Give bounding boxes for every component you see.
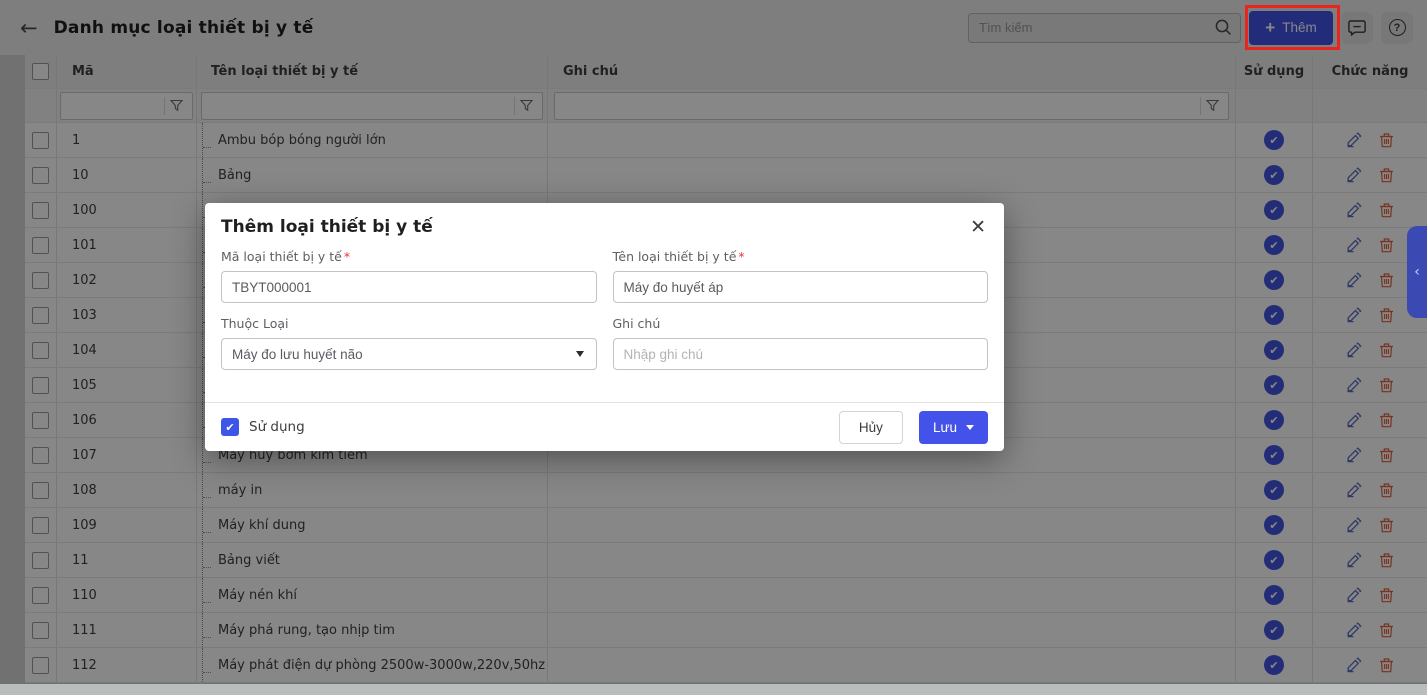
side-panel-toggle[interactable]: ‹ [1407,226,1427,318]
field-name: Tên loại thiết bị y tế* [613,249,989,303]
field-note-label: Ghi chú [613,316,989,331]
close-icon[interactable]: ✕ [970,218,986,237]
cancel-button[interactable]: Hủy [839,411,903,444]
field-name-label: Tên loại thiết bị y tế* [613,249,989,264]
name-input[interactable] [613,271,989,303]
field-note: Ghi chú [613,316,989,370]
field-code-label: Mã loại thiết bị y tế* [221,249,597,264]
field-category-label: Thuộc Loại [221,316,597,331]
save-button[interactable]: Lưu [919,411,988,444]
field-code: Mã loại thiết bị y tế* [221,249,597,303]
note-input[interactable] [613,338,989,370]
add-equipment-modal: Thêm loại thiết bị y tế ✕ Mã loại thiết … [205,203,1004,451]
modal-footer: ✔ Sử dụng Hủy Lưu [205,402,1004,451]
use-checkbox-label: Sử dụng [249,419,305,435]
chevron-left-icon: ‹ [1414,264,1420,280]
modal-header: Thêm loại thiết bị y tế ✕ [205,203,1004,241]
modal-body: Mã loại thiết bị y tế* Tên loại thiết bị… [205,241,1004,370]
required-asterisk: * [738,249,744,264]
horizontal-scrollbar[interactable] [0,684,1427,695]
category-select[interactable] [221,338,597,370]
modal-title: Thêm loại thiết bị y tế [221,217,433,237]
use-checkbox[interactable]: ✔ [221,418,239,436]
field-category: Thuộc Loại [221,316,597,370]
app-window: ← Danh mục loại thiết bị y tế + Thêm ? [0,0,1427,695]
code-input[interactable] [221,271,597,303]
save-button-label: Lưu [933,420,957,435]
chevron-down-icon [966,425,974,430]
required-asterisk: * [344,249,350,264]
